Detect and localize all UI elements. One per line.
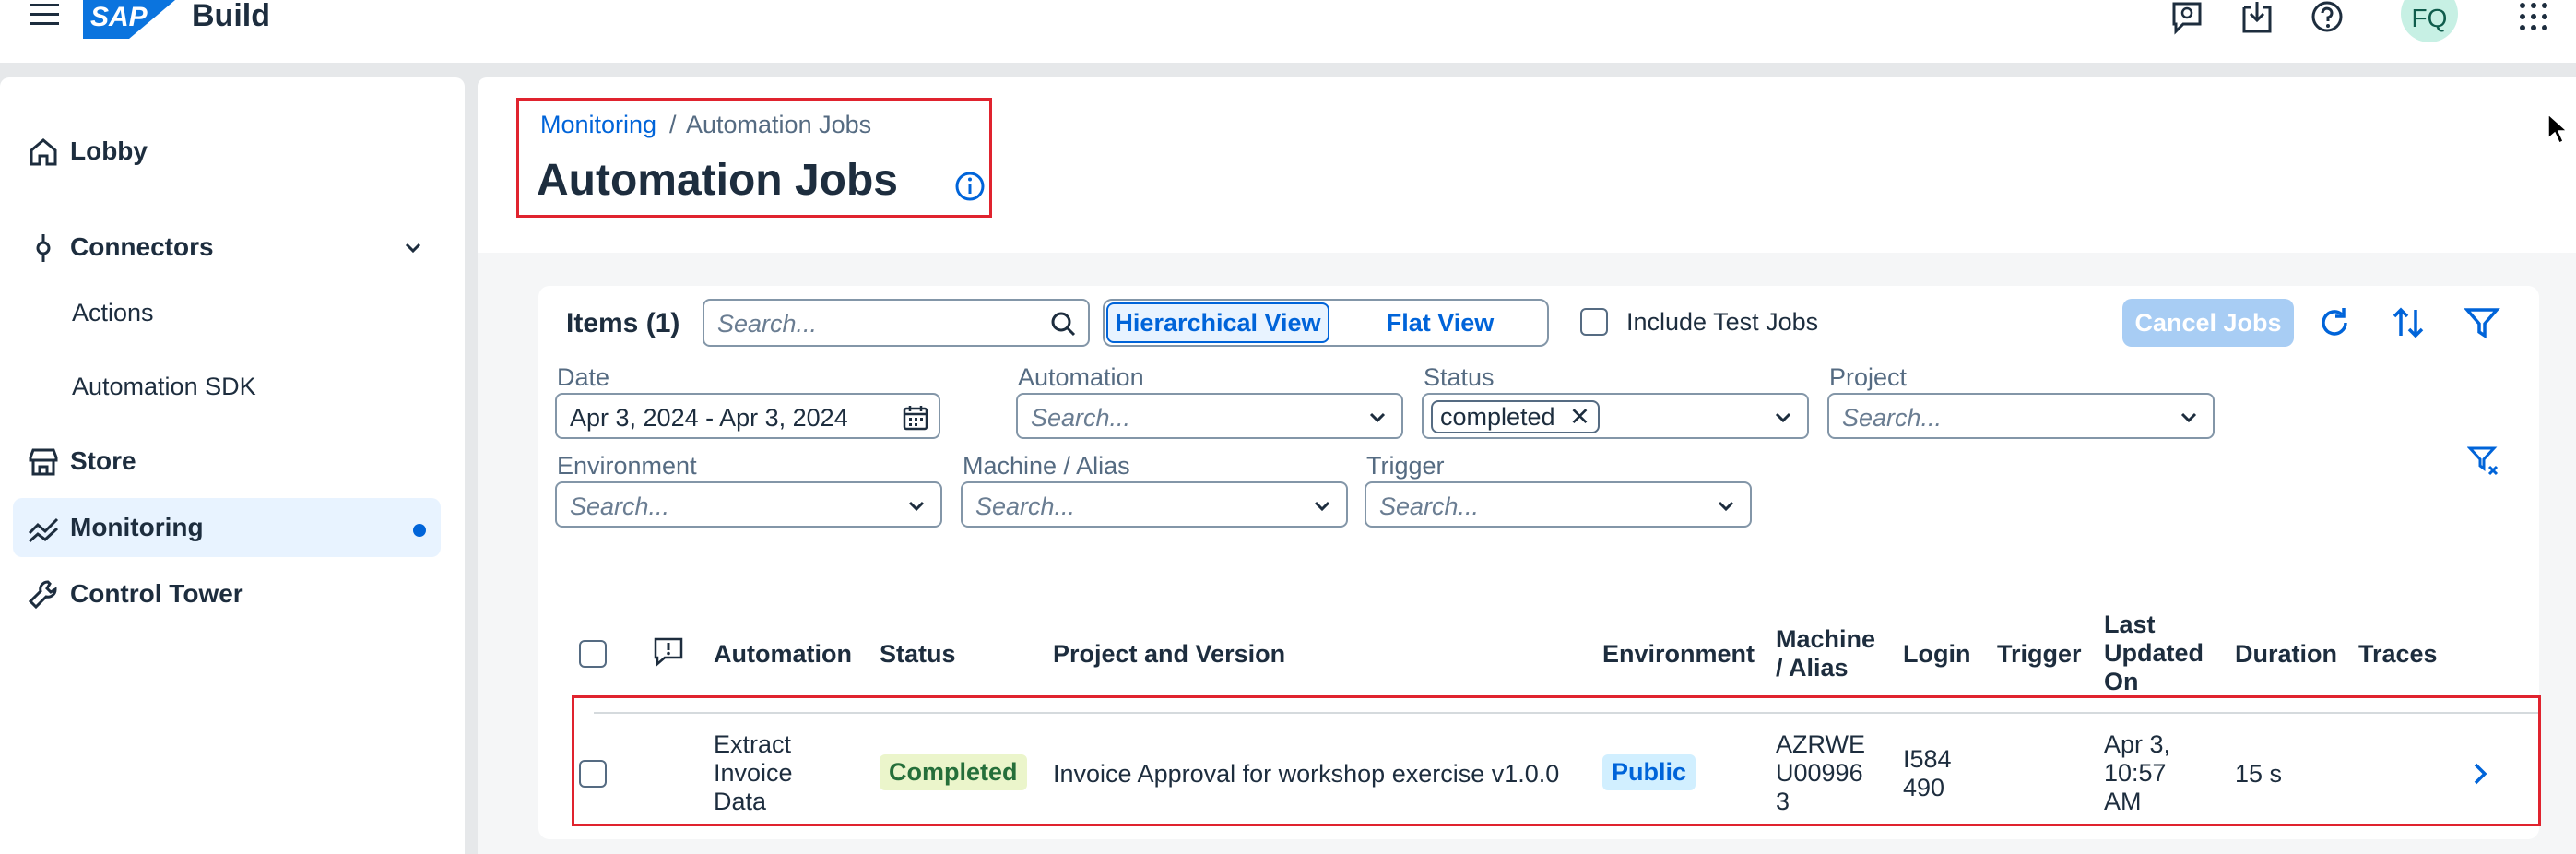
column-header-automation[interactable]: Automation xyxy=(714,640,852,669)
chevron-down-icon[interactable] xyxy=(1311,494,1333,516)
filter-icon[interactable] xyxy=(2464,304,2500,341)
project-filter-select[interactable]: Search... xyxy=(1827,393,2215,439)
sidebar-item-store[interactable]: Store xyxy=(13,432,441,491)
shell-bar: SAP Build FQ xyxy=(0,0,2576,63)
sidebar-item-label: Monitoring xyxy=(70,513,204,541)
line-chart-icon xyxy=(28,513,59,544)
breadcrumb-link-monitoring[interactable]: Monitoring xyxy=(540,111,656,139)
home-icon xyxy=(28,136,59,168)
notification-dot xyxy=(413,524,426,537)
chevron-down-icon[interactable] xyxy=(1715,494,1737,516)
search-icon[interactable] xyxy=(1049,310,1077,338)
page-title: Automation Jobs xyxy=(537,156,898,205)
menu-icon[interactable] xyxy=(28,0,63,35)
environment-filter-select[interactable]: Search... xyxy=(555,481,942,528)
column-header-project[interactable]: Project and Version xyxy=(1053,640,1285,669)
chevron-down-icon[interactable] xyxy=(1772,406,1794,428)
feedback-icon[interactable] xyxy=(2168,0,2205,37)
sidebar-item-lobby[interactable]: Lobby xyxy=(13,122,441,181)
filter-label-environment: Environment xyxy=(557,452,697,480)
sort-icon[interactable] xyxy=(2390,304,2427,341)
sidebar-item-monitoring[interactable]: Monitoring xyxy=(13,498,441,557)
column-header-machine[interactable]: Machine / Alias xyxy=(1776,625,1875,682)
chevron-down-icon[interactable] xyxy=(1366,406,1388,428)
apps-grid-icon[interactable] xyxy=(2515,0,2552,37)
sidebar-item-label: Control Tower xyxy=(70,579,243,608)
filter-label-trigger: Trigger xyxy=(1366,452,1445,480)
highlight-box-row xyxy=(572,695,2541,826)
include-test-jobs-checkbox[interactable] xyxy=(1580,308,1608,336)
trigger-filter-select[interactable]: Search... xyxy=(1365,481,1752,528)
items-count-title: Items (1) xyxy=(566,308,680,338)
column-header-traces[interactable]: Traces xyxy=(2358,640,2438,669)
store-icon xyxy=(28,446,59,478)
downloads-icon[interactable] xyxy=(2239,0,2275,37)
info-icon[interactable] xyxy=(953,170,987,203)
automation-filter-select[interactable]: Search... xyxy=(1016,393,1403,439)
sidebar-item-label: Store xyxy=(70,446,136,475)
sidebar-subitem-actions[interactable]: Actions xyxy=(72,299,154,327)
clear-filters-icon[interactable] xyxy=(2467,445,2500,478)
sidebar-item-label: Connectors xyxy=(70,232,214,261)
sidebar-subitem-automation-sdk[interactable]: Automation SDK xyxy=(72,373,256,401)
filter-label-project: Project xyxy=(1829,363,1908,391)
filter-label-date: Date xyxy=(557,363,610,391)
column-header-trigger[interactable]: Trigger xyxy=(1997,640,2082,669)
sidebar-item-control-tower[interactable]: Control Tower xyxy=(13,564,441,623)
sidebar-item-connectors[interactable]: Connectors xyxy=(13,218,441,277)
view-toggle: Hierarchical View Flat View xyxy=(1103,299,1549,347)
hierarchical-view-button[interactable]: Hierarchical View xyxy=(1106,302,1329,343)
column-header-environment[interactable]: Environment xyxy=(1602,640,1755,669)
avatar[interactable]: FQ xyxy=(2401,0,2458,42)
column-header-login[interactable]: Login xyxy=(1903,640,1970,669)
sidebar: Lobby Connectors Actions Automation SDK … xyxy=(0,77,465,854)
refresh-icon[interactable] xyxy=(2316,304,2353,341)
column-header-duration[interactable]: Duration xyxy=(2235,640,2337,669)
calendar-icon[interactable] xyxy=(902,404,929,432)
status-token: completed ✕ xyxy=(1431,400,1600,433)
breadcrumb-separator: / xyxy=(669,111,677,138)
flat-view-button[interactable]: Flat View xyxy=(1333,302,1547,343)
breadcrumb-current: Automation Jobs xyxy=(686,111,872,138)
chevron-down-icon[interactable] xyxy=(2178,406,2200,428)
message-icon xyxy=(653,636,684,668)
column-header-status[interactable]: Status xyxy=(880,640,956,669)
wrench-icon xyxy=(28,579,59,611)
date-range-input[interactable]: Apr 3, 2024 - Apr 3, 2024 xyxy=(555,393,940,439)
connector-icon xyxy=(28,232,59,264)
page-header: Monitoring / Automation Jobs Automation … xyxy=(478,77,2576,253)
column-header-last-updated[interactable]: Last Updated On xyxy=(2104,611,2204,696)
sidebar-item-label: Lobby xyxy=(70,136,148,165)
product-name: Build xyxy=(192,0,270,33)
mouse-cursor-icon xyxy=(2546,113,2569,146)
sap-logo[interactable]: SAP xyxy=(83,0,175,39)
search-input[interactable]: Search... xyxy=(703,299,1090,347)
select-all-checkbox[interactable] xyxy=(579,640,607,668)
status-filter-select[interactable]: completed ✕ xyxy=(1422,393,1809,439)
remove-token-icon[interactable]: ✕ xyxy=(1569,403,1590,431)
help-icon[interactable] xyxy=(2309,0,2346,37)
include-test-jobs-label: Include Test Jobs xyxy=(1626,308,1819,336)
machine-filter-select[interactable]: Search... xyxy=(961,481,1348,528)
chevron-down-icon[interactable] xyxy=(400,234,426,260)
chevron-down-icon[interactable] xyxy=(905,494,928,516)
filter-label-automation: Automation xyxy=(1018,363,1144,391)
filter-label-machine: Machine / Alias xyxy=(963,452,1130,480)
filter-label-status: Status xyxy=(1424,363,1495,391)
cancel-jobs-button[interactable]: Cancel Jobs xyxy=(2122,299,2294,347)
